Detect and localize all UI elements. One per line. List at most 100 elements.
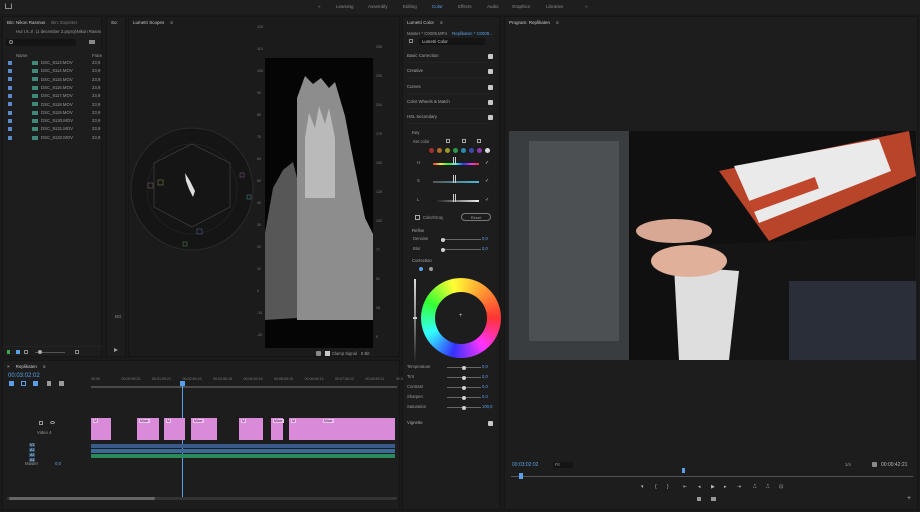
denoise-value[interactable]: 0,0 [482,236,488,241]
tab-timeline[interactable]: Replikaten [16,364,37,369]
timeline-menu-icon[interactable]: ≡ [43,364,46,369]
section-toggle-checkbox[interactable] [488,115,493,121]
work-area-bar[interactable] [91,386,397,388]
workspace-color[interactable]: Color [432,4,443,9]
color-wheel-crosshair[interactable]: + [459,313,463,319]
add-marker-icon[interactable]: ▾ [641,484,644,490]
panel-menu-icon[interactable]: ≡ [170,20,173,25]
workspace-assembly[interactable]: Assembly [368,4,388,9]
list-item[interactable]: DSC_9115.MOV 23,9 [3,77,101,85]
lock-icon[interactable] [7,350,10,354]
section-creative[interactable]: Creative [407,68,493,79]
program-playhead[interactable] [519,473,523,479]
bit-depth-select[interactable]: 8 Bit [361,351,369,356]
playhead-timecode[interactable]: 00:03:02:02 [512,462,538,468]
folder-icon[interactable] [89,40,95,44]
tab-source[interactable]: So: [111,20,118,25]
workspace-editing[interactable]: Editing [403,4,417,9]
slider-value[interactable]: 0,0 [482,394,488,399]
section-toggle-checkbox[interactable] [488,99,493,105]
slider-value[interactable]: 0,0 [482,374,488,379]
section-curves[interactable]: Curves [407,84,493,94]
clip-color-label[interactable] [8,77,12,82]
step-back-icon[interactable]: ◂ [698,484,701,490]
color-gray-checkbox[interactable] [415,215,420,220]
search-field[interactable] [6,39,76,46]
master-track-value[interactable]: 0,0 [55,461,61,466]
workspaces-chevron-icon[interactable]: » [318,4,321,9]
extract-icon[interactable]: ⎍ [766,484,770,490]
resolution-select[interactable]: 1/4 [845,462,851,467]
swatch-magenta[interactable] [477,148,482,153]
saturation-handle[interactable] [453,175,456,183]
program-scrubber[interactable] [511,476,913,477]
section-toggle-checkbox[interactable] [488,84,493,90]
three-wheel-icon[interactable] [429,267,433,271]
slider-knob[interactable] [462,405,466,410]
lumetri-menu-icon[interactable]: ≡ [440,20,443,25]
clip-color-label[interactable] [8,135,12,140]
icon-view-icon[interactable] [24,350,28,354]
play-button-icon[interactable]: ▶ [711,484,715,490]
play-icon[interactable] [114,348,118,352]
section-color-wheels-match[interactable]: Color Wheels & Match [407,99,493,109]
correction-section-label[interactable]: Correction [412,258,432,263]
section-basic-correction[interactable]: Basic Correction [407,53,493,63]
wrench-icon[interactable] [316,351,321,356]
refine-section-label[interactable]: Refine [412,228,424,233]
insert-icon[interactable] [697,497,701,501]
timeline-clip[interactable]: Mixer [137,418,159,440]
denoise-knob[interactable] [441,237,445,242]
swatch-green[interactable] [453,148,458,153]
luminance-check-icon[interactable]: ✓ [485,197,489,203]
add-button-icon[interactable]: + [907,495,911,502]
list-view-icon[interactable] [16,350,20,354]
swatch-yellow[interactable] [445,148,450,153]
list-item[interactable]: DSC_9131.MOV 23,9 [3,126,101,134]
slider-knob[interactable] [462,385,466,390]
name-column-header[interactable]: Name [16,53,27,58]
timeline-scroll-thumb[interactable] [9,497,155,500]
fit-select[interactable]: Fit [553,462,573,468]
tab-bin-nikon[interactable]: Bin: Nikon Rasmus [7,20,45,25]
camera-icon[interactable] [711,497,716,501]
go-to-out-icon[interactable]: ⇥ [737,484,741,490]
linked-selection-icon[interactable] [21,381,26,386]
clip-color-label[interactable] [8,60,12,65]
home-icon[interactable] [5,3,12,9]
workspace-learning[interactable]: Learning [336,4,354,9]
hue-range-bar[interactable] [433,163,479,165]
swatch-blue[interactable] [469,148,474,153]
swatch-orange[interactable] [437,148,442,153]
sort-icon[interactable] [75,350,79,354]
master-clip-tab[interactable]: Master * C0009.MP4 [407,31,447,36]
video-track-v1[interactable] [91,444,395,448]
program-menu-icon[interactable]: ≡ [556,20,559,25]
marker-icon[interactable] [47,381,51,386]
track-lock-icon[interactable] [39,421,43,425]
export-frame-icon[interactable]: ⊡ [779,484,783,490]
tab-lumetri-color[interactable]: Lumetri Color [407,20,434,25]
track-header-v1[interactable]: V1 [29,443,36,447]
mark-in-icon[interactable]: { [655,484,657,490]
timeline-clip[interactable]: Mixer [321,418,395,440]
slider-knob[interactable] [462,365,466,370]
timeline-clip[interactable]: Mixer [271,418,284,440]
correction-luma-handle[interactable] [413,317,417,319]
eyedropper-add-icon[interactable] [462,139,466,143]
blur-value[interactable]: 0,0 [482,246,488,251]
timeline-clip[interactable]: M [289,418,323,440]
list-item[interactable]: DSC_9119.MOV 23,9 [3,110,101,118]
mark-out-icon[interactable]: } [667,484,669,490]
luminance-handle[interactable] [453,194,456,202]
time-ruler[interactable]: 00:00 00:00:59:22 00:01:59:21 00:02:59:19 00… [91,375,403,385]
timeline-wrench-icon[interactable] [59,381,64,386]
workspace-effects[interactable]: Effects [458,4,472,9]
section-hsl-secondary[interactable]: HSL Secondary [407,114,493,125]
eyedropper-icon[interactable] [446,139,450,143]
close-tab-icon[interactable]: × [7,364,10,369]
swatch-red[interactable] [429,148,434,153]
saturation-check-icon[interactable]: ✓ [485,178,489,184]
correction-color-wheel[interactable]: + [421,278,501,358]
slider-value[interactable]: 0,0 [482,364,488,369]
